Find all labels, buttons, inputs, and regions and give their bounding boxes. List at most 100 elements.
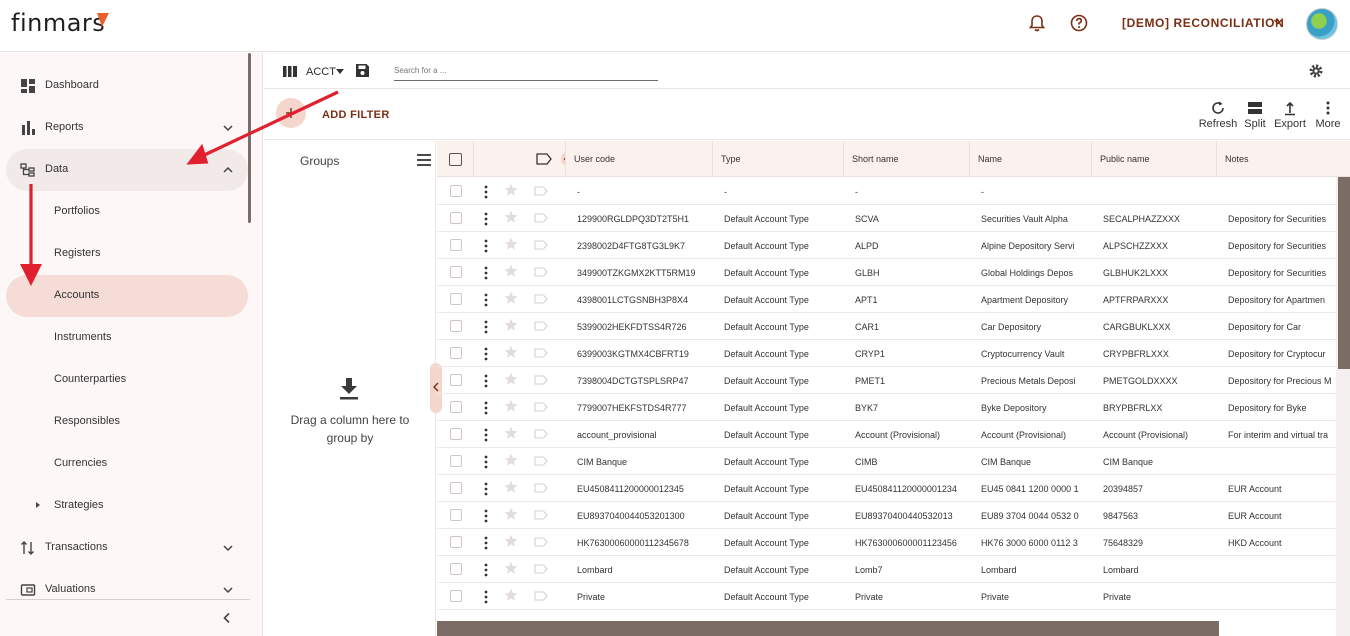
table-row[interactable]: HK76300060000112345678 Default Account Ty… — [437, 529, 1337, 556]
sidebar-item-reports[interactable]: Reports — [6, 107, 248, 149]
table-row[interactable]: CIM Banque Default Account Type CIMB CIM Ba… — [437, 448, 1337, 475]
row-checkbox[interactable] — [450, 563, 462, 575]
app-logo[interactable]: finmars — [11, 9, 105, 37]
star-icon[interactable] — [504, 210, 518, 224]
row-checkbox[interactable] — [450, 374, 462, 386]
sidebar-scrollbar[interactable] — [248, 53, 251, 223]
vertical-scrollbar-thumb[interactable] — [1338, 177, 1350, 369]
column-header-short-name[interactable]: Short name — [844, 141, 970, 177]
sidebar-item-dashboard[interactable]: Dashboard — [6, 65, 248, 107]
table-row[interactable]: 6399003KGTMX4CBFRT19 Default Account Type… — [437, 340, 1337, 367]
row-menu-icon[interactable] — [483, 536, 489, 550]
row-checkbox[interactable] — [450, 455, 462, 467]
help-icon[interactable] — [1069, 13, 1089, 33]
vertical-scrollbar[interactable] — [1336, 177, 1350, 636]
row-checkbox[interactable] — [450, 293, 462, 305]
table-row[interactable]: 5399002HEKFDTSS4R726 Default Account Type… — [437, 313, 1337, 340]
sidebar-item-counterparties[interactable]: Counterparties — [6, 359, 248, 401]
select-all-checkbox[interactable] — [449, 153, 462, 166]
chevron-down-icon[interactable] — [222, 542, 234, 554]
chevron-down-icon[interactable] — [222, 584, 234, 596]
column-header-public-name[interactable]: Public name — [1092, 141, 1217, 177]
row-checkbox[interactable] — [450, 347, 462, 359]
row-checkbox[interactable] — [450, 482, 462, 494]
row-checkbox[interactable] — [450, 320, 462, 332]
table-row[interactable]: 7799007HEKFSTDS4R777 Default Account Type… — [437, 394, 1337, 421]
tag-icon[interactable] — [534, 267, 548, 277]
tag-icon[interactable] — [534, 348, 548, 358]
sidebar-item-valuations[interactable]: Valuations — [6, 569, 248, 611]
row-checkbox[interactable] — [450, 509, 462, 521]
row-menu-icon[interactable] — [483, 374, 489, 388]
table-row[interactable]: 7398004DCTGTSPLSRP47 Default Account Type… — [437, 367, 1337, 394]
horizontal-scrollbar[interactable] — [437, 621, 1219, 636]
group-drop-zone[interactable]: Drag a column here to group by — [284, 411, 416, 447]
sidebar-item-portfolios[interactable]: Portfolios — [6, 191, 248, 233]
star-icon[interactable] — [504, 453, 518, 467]
save-icon[interactable] — [355, 63, 370, 78]
table-row[interactable]: EU4508411200000012345 Default Account Typ… — [437, 475, 1337, 502]
sidebar-item-registers[interactable]: Registers — [6, 233, 248, 275]
tag-icon[interactable] — [534, 537, 548, 547]
sidebar-item-accounts[interactable]: Accounts — [6, 275, 248, 317]
table-row[interactable]: ---- — [437, 178, 1337, 205]
row-checkbox[interactable] — [450, 185, 462, 197]
tag-icon[interactable] — [534, 402, 548, 412]
menu-icon[interactable] — [416, 153, 432, 167]
tag-icon[interactable] — [534, 483, 548, 493]
sidebar-item-strategies[interactable]: Strategies — [6, 485, 248, 527]
star-icon[interactable] — [504, 264, 518, 278]
tag-icon[interactable] — [534, 186, 548, 196]
row-menu-icon[interactable] — [483, 320, 489, 334]
collapse-sidebar-icon[interactable] — [220, 611, 234, 625]
row-checkbox[interactable] — [450, 266, 462, 278]
row-menu-icon[interactable] — [483, 509, 489, 523]
add-filter-button[interactable]: ADD FILTER — [322, 109, 390, 121]
row-checkbox[interactable] — [450, 212, 462, 224]
column-header-name[interactable]: Name — [970, 141, 1092, 177]
sidebar-item-currencies[interactable]: Currencies — [6, 443, 248, 485]
column-header-user-code[interactable]: User code — [566, 141, 713, 177]
tag-icon[interactable] — [536, 153, 552, 165]
row-menu-icon[interactable] — [483, 185, 489, 199]
star-icon[interactable] — [504, 237, 518, 251]
row-menu-icon[interactable] — [483, 212, 489, 226]
chevron-down-icon[interactable] — [222, 122, 234, 134]
table-row[interactable]: 129900RGLDPQ3DT2T5H1 Default Account Type… — [437, 205, 1337, 232]
row-menu-icon[interactable] — [483, 401, 489, 415]
star-icon[interactable] — [504, 561, 518, 575]
star-icon[interactable] — [504, 399, 518, 413]
avatar[interactable] — [1306, 8, 1338, 40]
row-menu-icon[interactable] — [483, 428, 489, 442]
table-row[interactable]: EU8937040044053201300 Default Account Typ… — [437, 502, 1337, 529]
row-checkbox[interactable] — [450, 428, 462, 440]
table-row[interactable]: 2398002D4FTG8TG3L9K7 Default Account Type… — [437, 232, 1337, 259]
column-header-type[interactable]: Type — [713, 141, 844, 177]
star-icon[interactable] — [504, 507, 518, 521]
star-icon[interactable] — [504, 291, 518, 305]
add-filter-icon[interactable] — [276, 98, 306, 128]
row-menu-icon[interactable] — [483, 293, 489, 307]
search-input[interactable] — [394, 61, 658, 81]
row-checkbox[interactable] — [450, 401, 462, 413]
tag-icon[interactable] — [534, 456, 548, 466]
tag-icon[interactable] — [534, 240, 548, 250]
star-icon[interactable] — [504, 345, 518, 359]
star-icon[interactable] — [504, 318, 518, 332]
chevron-down-icon[interactable] — [1272, 16, 1284, 28]
tag-icon[interactable] — [534, 564, 548, 574]
table-row[interactable]: 4398001LCTGSNBH3P8X4 Default Account Type… — [437, 286, 1337, 313]
tag-icon[interactable] — [534, 213, 548, 223]
column-header-notes[interactable]: Notes — [1217, 141, 1350, 177]
gear-icon[interactable] — [1308, 63, 1324, 79]
star-icon[interactable] — [504, 372, 518, 386]
tag-icon[interactable] — [534, 591, 548, 601]
table-row[interactable]: 349900TZKGMX2KTT5RM19 Default Account Typ… — [437, 259, 1337, 286]
workspace-selector[interactable]: [DEMO] RECONCILIATION — [1122, 16, 1284, 30]
sidebar-item-transactions[interactable]: Transactions — [6, 527, 248, 569]
tag-icon[interactable] — [534, 294, 548, 304]
tag-icon[interactable] — [534, 321, 548, 331]
table-row[interactable]: Lombard Default Account Type Lomb7 Lombard L… — [437, 556, 1337, 583]
row-menu-icon[interactable] — [483, 239, 489, 253]
star-icon[interactable] — [504, 588, 518, 602]
